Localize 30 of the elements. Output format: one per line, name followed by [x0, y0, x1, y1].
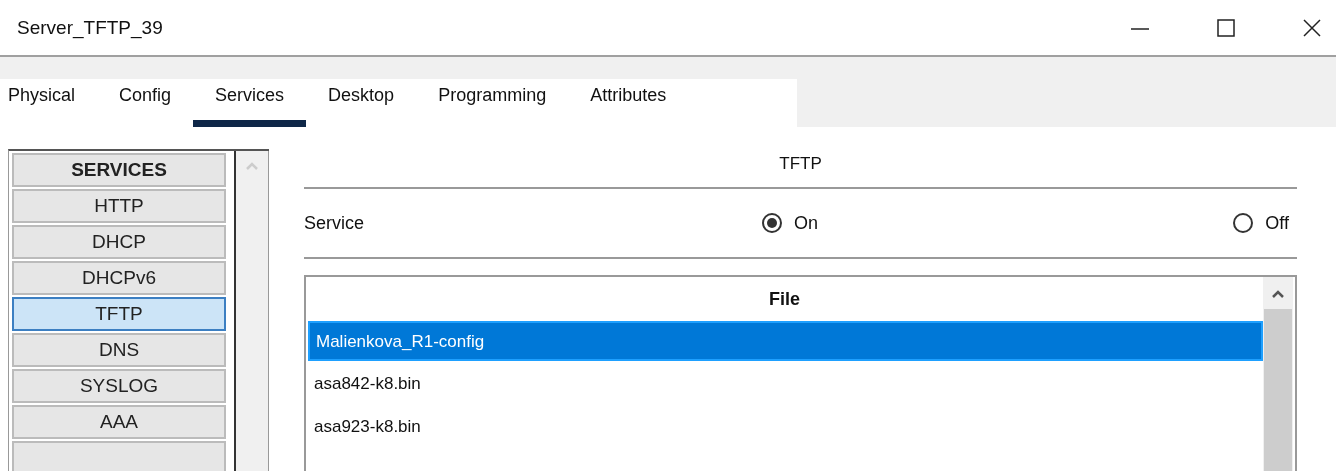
tab[interactable]: Attributes	[568, 79, 689, 127]
scrollbar[interactable]	[1263, 277, 1293, 471]
service-button[interactable]: HTTP	[12, 189, 226, 223]
radio-button[interactable]: On	[762, 212, 818, 234]
tab[interactable]: Services	[193, 79, 307, 127]
panel-title: TFTP	[304, 149, 1297, 189]
radio-icon[interactable]	[1233, 213, 1254, 233]
tab[interactable]: Desktop	[306, 79, 417, 127]
service-button[interactable]: DHCPv6	[12, 261, 226, 295]
tab[interactable]: Physical	[0, 79, 98, 127]
radio-button[interactable]: Off	[1233, 212, 1289, 234]
service-label: Service	[304, 212, 366, 234]
column-header: File	[768, 288, 801, 311]
service-button[interactable]: AAA	[12, 405, 226, 439]
radio-icon[interactable]	[762, 213, 782, 233]
tab[interactable]: Programming	[416, 79, 569, 127]
close-icon[interactable]	[1302, 17, 1322, 38]
tab[interactable]: Config	[97, 79, 194, 127]
scrollbar[interactable]	[236, 151, 269, 471]
service-button[interactable]: SYSLOG	[12, 369, 226, 403]
file-row[interactable]: asa842-k8.bin	[308, 364, 1263, 404]
maximize-icon[interactable]	[1216, 17, 1236, 38]
scroll-up-icon[interactable]	[1271, 289, 1285, 299]
window-title: Server_TFTP_39	[17, 16, 163, 39]
service-button[interactable]: TFTP	[12, 297, 226, 331]
file-row[interactable]: Malienkova_R1-config	[308, 321, 1263, 361]
file-row[interactable]: asa923-k8.bin	[308, 407, 1263, 447]
service-button[interactable]: DHCP	[12, 225, 226, 259]
service-button[interactable]: DNS	[12, 333, 226, 367]
sidebar-heading: SERVICES	[12, 153, 226, 187]
